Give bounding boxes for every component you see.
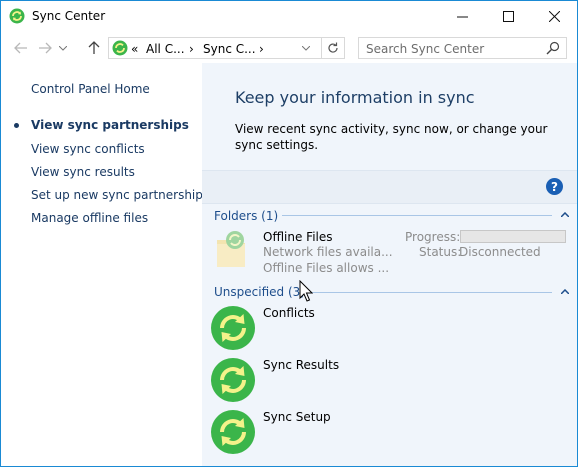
search-input[interactable]: Search Sync Center xyxy=(366,42,484,56)
group-divider xyxy=(299,292,552,293)
group-header-folders[interactable]: Folders (1) xyxy=(214,209,278,223)
sync-results-sync-icon xyxy=(211,358,255,402)
sidebar-item-view-sync-conflicts[interactable]: View sync conflicts xyxy=(31,142,145,156)
address-segment-all-control-panel[interactable]: All C... xyxy=(146,42,185,56)
sidebar-item-control-panel-home[interactable]: Control Panel Home xyxy=(31,82,150,96)
back-arrow-icon xyxy=(14,42,27,54)
collapse-group-icon[interactable] xyxy=(561,289,569,294)
group-header-unspecified[interactable]: Unspecified (3) xyxy=(214,285,305,299)
minimize-button[interactable] xyxy=(439,1,485,31)
maximize-button[interactable] xyxy=(485,1,531,31)
sync-center-location-icon xyxy=(112,40,128,56)
sidebar-item-view-sync-results[interactable]: View sync results xyxy=(31,165,135,179)
sidebar-item-manage-offline-files[interactable]: Manage offline files xyxy=(31,211,148,225)
recent-locations-button[interactable] xyxy=(56,38,70,58)
group-divider xyxy=(282,215,552,216)
maximize-icon xyxy=(502,10,514,22)
address-bar[interactable]: « All C... › Sync C... › xyxy=(108,37,345,59)
offline-files-line-2: Offline Files allows ... xyxy=(263,261,390,275)
command-bar xyxy=(202,170,577,204)
sidebar-item-set-up-new-sync-partnerships[interactable]: Set up new sync partnerships xyxy=(31,188,209,202)
main-content-pane: Keep your information in sync View recen… xyxy=(202,63,577,466)
progress-label: Progress: xyxy=(405,230,461,244)
offline-files-title[interactable]: Offline Files xyxy=(263,230,333,244)
sidebar-item-view-sync-partnerships[interactable]: View sync partnerships xyxy=(31,118,189,132)
sync-results-title[interactable]: Sync Results xyxy=(263,358,339,372)
mouse-cursor-icon xyxy=(299,280,313,302)
back-button[interactable] xyxy=(10,38,32,58)
chevron-down-icon xyxy=(59,45,67,51)
up-button[interactable] xyxy=(83,38,105,58)
minimize-icon xyxy=(456,16,468,17)
sync-setup-title[interactable]: Sync Setup xyxy=(263,410,331,424)
active-item-bullet xyxy=(14,123,19,128)
navigation-toolbar: « All C... › Sync C... › Search Sync Cen… xyxy=(1,33,577,63)
offline-files-line-1: Network files availa... xyxy=(263,245,393,259)
search-box[interactable]: Search Sync Center xyxy=(358,37,567,59)
status-label: Status: xyxy=(419,245,462,259)
chevron-down-icon xyxy=(301,45,311,51)
conflicts-title[interactable]: Conflicts xyxy=(263,306,315,320)
address-separator[interactable]: › xyxy=(259,42,264,56)
address-separator[interactable]: › xyxy=(189,42,194,56)
sync-setup-sync-icon xyxy=(211,410,255,454)
collapse-group-icon[interactable] xyxy=(561,212,569,217)
refresh-icon xyxy=(328,42,338,53)
sync-center-app-icon xyxy=(9,8,25,24)
page-description: View recent sync activity, sync now, or … xyxy=(235,122,548,152)
sync-progress-bar xyxy=(460,230,566,243)
help-button[interactable]: ? xyxy=(546,178,563,195)
close-button[interactable] xyxy=(531,1,577,31)
forward-button[interactable] xyxy=(34,38,56,58)
status-value: Disconnected xyxy=(459,245,541,259)
address-dropdown[interactable] xyxy=(301,40,311,54)
refresh-button[interactable] xyxy=(321,38,344,58)
sync-center-window: Sync Center « All C... › Sync C... › Sea… xyxy=(0,0,578,467)
address-overflow-chevron[interactable]: « xyxy=(131,42,138,56)
forward-arrow-icon xyxy=(39,42,52,54)
search-icon[interactable] xyxy=(546,41,560,55)
window-title: Sync Center xyxy=(32,9,106,23)
left-navigation-pane: Control Panel Home View sync partnership… xyxy=(1,63,209,466)
offline-files-folder-icon xyxy=(217,231,245,267)
close-icon xyxy=(548,10,560,22)
conflicts-sync-icon xyxy=(211,306,255,350)
up-arrow-icon xyxy=(88,41,100,54)
page-heading: Keep your information in sync xyxy=(235,88,475,107)
address-segment-sync-center[interactable]: Sync C... xyxy=(203,42,256,56)
title-bar: Sync Center xyxy=(1,1,577,31)
